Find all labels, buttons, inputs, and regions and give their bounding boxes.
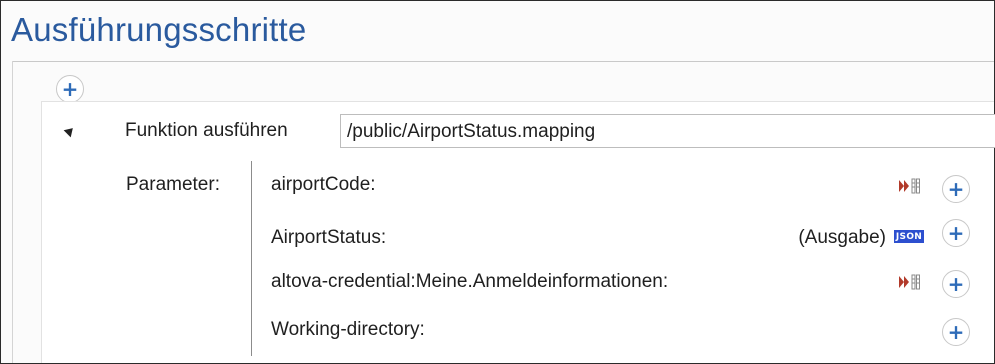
json-icon[interactable]: JSON [894, 230, 924, 243]
add-parameter-button-credential[interactable]: + [942, 270, 970, 298]
add-parameter-button-airportstatus[interactable]: + [942, 219, 970, 247]
step-label: Funktion ausführen [125, 120, 288, 141]
parameter-divider [251, 161, 252, 356]
parameter-name-airportcode: airportCode: [271, 174, 376, 195]
add-parameter-button-airportcode[interactable]: + [942, 175, 970, 203]
parameter-label: Parameter: [126, 174, 220, 195]
plus-icon: + [947, 272, 965, 296]
plus-icon: + [61, 77, 79, 101]
add-step-button[interactable]: + [56, 75, 84, 103]
page-title: Ausführungsschritte [11, 11, 307, 48]
left-divider [12, 61, 13, 363]
execution-steps-panel: Ausführungsschritte + Funktion ausführen… [0, 0, 995, 364]
parameter-name-airportstatus: AirportStatus: [271, 227, 387, 248]
mapping-input-icon[interactable] [897, 177, 923, 195]
output-label: (Ausgabe) [798, 227, 886, 248]
parameter-name-credential: altova-credential:Meine.Anmeldeinformati… [271, 271, 669, 292]
mapping-path-input[interactable]: /public/AirportStatus.mapping [340, 114, 995, 148]
add-parameter-button-working-directory[interactable]: + [942, 318, 970, 346]
plus-icon: + [947, 177, 965, 201]
plus-icon: + [947, 320, 965, 344]
mapping-input-icon[interactable] [897, 273, 923, 291]
title-divider [12, 61, 994, 62]
parameter-name-working-directory: Working-directory: [271, 319, 425, 340]
plus-icon: + [947, 221, 965, 245]
